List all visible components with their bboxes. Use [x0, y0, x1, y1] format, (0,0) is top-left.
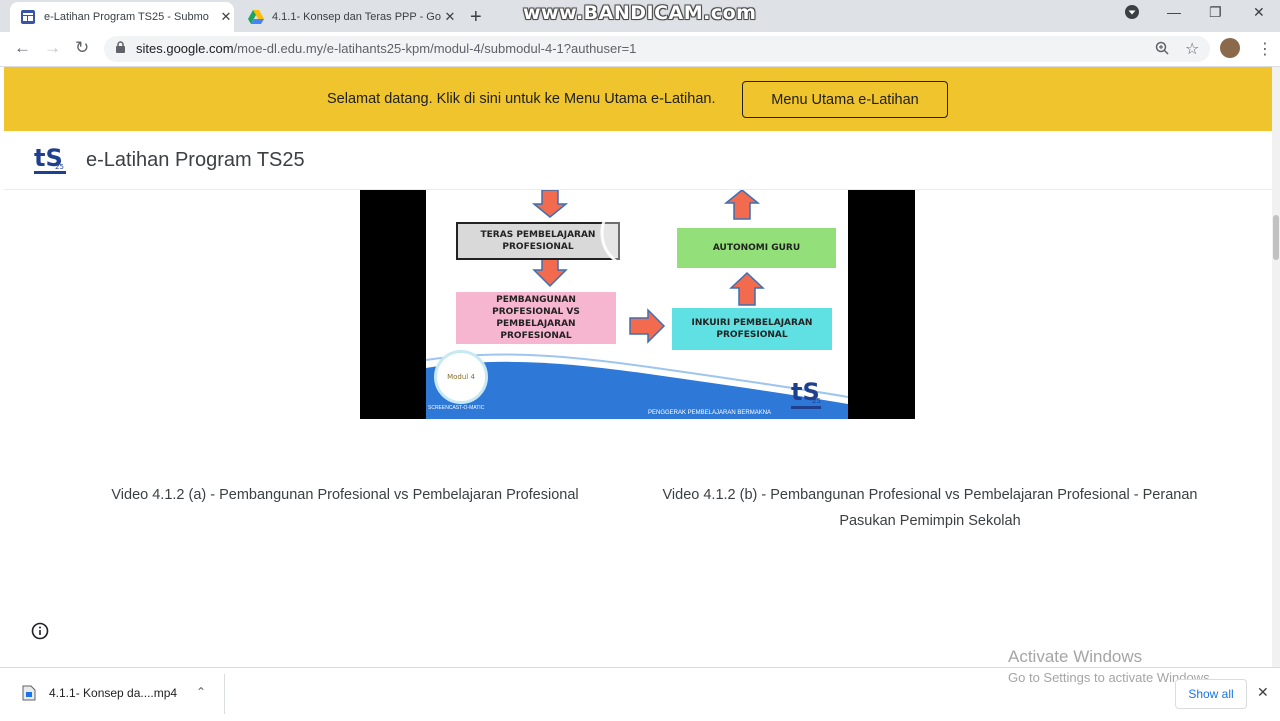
site-title[interactable]: e-Latihan Program TS25 — [86, 149, 305, 172]
download-filename[interactable]: 4.1.1- Konsep da....mp4 — [49, 686, 177, 700]
forward-icon[interactable]: → — [44, 38, 61, 58]
google-sites-icon — [21, 10, 35, 24]
video-caption-right: Video 4.1.2 (b) - Pembangunan Profesiona… — [662, 487, 1198, 529]
svg-text:25: 25 — [812, 397, 821, 405]
close-download-bar-icon[interactable]: ✕ — [1257, 684, 1269, 701]
autonomi-box: AUTONOMI GURU — [677, 228, 836, 268]
profile-avatar[interactable] — [1220, 38, 1240, 58]
url-path: /moe-dl.edu.my/e-latihants25-kpm/modul-4… — [233, 41, 637, 56]
minimize-icon[interactable]: — — [1167, 4, 1181, 20]
url-host: sites.google.com — [136, 41, 234, 56]
scrollbar-track[interactable] — [1272, 67, 1280, 667]
scrollbar-thumb[interactable] — [1273, 215, 1279, 260]
zoom-icon[interactable] — [1155, 41, 1169, 60]
tab-title: 4.1.1- Konsep dan Teras PPP - Go — [272, 11, 441, 23]
banner-text[interactable]: Selamat datang. Klik di sini untuk ke Me… — [327, 91, 716, 107]
play-button[interactable] — [600, 196, 674, 270]
show-all-button[interactable]: Show all — [1175, 679, 1247, 709]
recorder-watermark: www.BANDICAM.com — [523, 2, 757, 24]
close-tab-icon[interactable]: ✕ — [218, 9, 234, 25]
download-divider — [224, 674, 225, 714]
tab-title: e-Latihan Program TS25 - Submo — [44, 11, 209, 23]
screencast-label: SCREENCAST-O-MATIC — [428, 405, 485, 411]
google-drive-icon — [248, 10, 264, 24]
reload-icon[interactable]: ↻ — [75, 38, 89, 58]
pembangunan-box: PEMBANGUNAN PROFESIONAL VS PEMBELAJARAN … — [456, 292, 616, 344]
menu-kebab-icon[interactable]: ⋮ — [1257, 39, 1273, 59]
close-window-icon[interactable]: ✕ — [1253, 4, 1265, 21]
bookmark-star-icon[interactable]: ☆ — [1185, 39, 1199, 59]
activate-windows-title: Activate Windows — [1008, 647, 1143, 666]
lock-icon[interactable] — [115, 41, 126, 59]
inkuiri-box: INKUIRI PEMBELAJARAN PROFESIONAL — [672, 308, 832, 350]
close-tab-icon[interactable]: ✕ — [442, 9, 458, 25]
slide-logo: tS 25 — [790, 376, 824, 414]
teras-box: TERAS PEMBELAJARAN PROFESIONAL — [456, 222, 620, 260]
url-text[interactable]: sites.google.com/moe-dl.edu.my/e-latihan… — [136, 41, 636, 56]
video-caption-left: Video 4.1.2 (a) - Pembangunan Profesiona… — [111, 487, 579, 503]
tab-active[interactable]: e-Latihan Program TS25 - Submo ✕ — [10, 2, 234, 32]
menu-utama-button[interactable]: Menu Utama e-Latihan — [742, 81, 948, 118]
video-file-icon — [22, 685, 36, 706]
modul-badge: Modul 4 — [434, 350, 488, 404]
chevron-up-icon[interactable]: ⌃ — [196, 685, 206, 699]
back-icon[interactable]: ← — [14, 38, 31, 58]
info-icon[interactable] — [31, 622, 49, 645]
ts25-logo[interactable]: tS 25 — [33, 142, 67, 178]
slide-footer-text: PENGGERAK PEMBELAJARAN BERMAKNA — [648, 410, 772, 416]
svg-text:25: 25 — [55, 163, 64, 171]
new-tab-button[interactable]: + — [470, 6, 482, 29]
restore-icon[interactable]: ❐ — [1209, 4, 1222, 21]
tab-drive[interactable]: 4.1.1- Konsep dan Teras PPP - Go ✕ — [240, 2, 458, 32]
tab-search-icon[interactable] — [1124, 4, 1140, 23]
